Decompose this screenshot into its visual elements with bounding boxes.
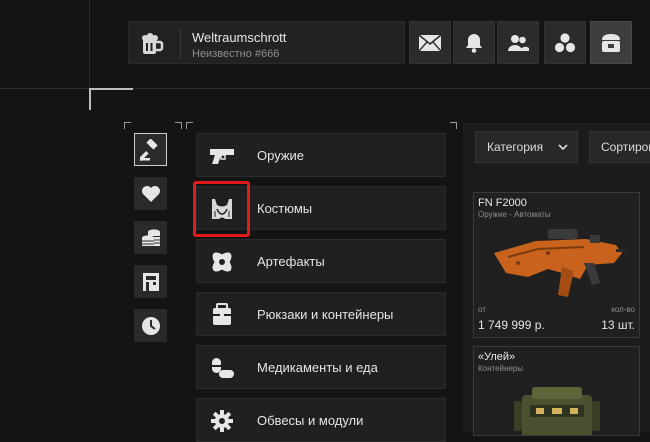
bell-icon — [466, 33, 482, 53]
item-title: FN F2000 — [478, 197, 527, 209]
divider — [180, 28, 181, 59]
quantity-label: кол-во — [611, 305, 635, 314]
item-price: 1 749 999 р. — [478, 318, 545, 332]
sidebar-item-storage[interactable] — [134, 265, 167, 298]
shop-button[interactable] — [590, 21, 632, 64]
category-medicine[interactable]: Медикаменты и еда — [196, 345, 446, 389]
dropdown-label: Сортиров — [601, 140, 650, 154]
circles-icon — [554, 32, 576, 52]
category-label: Обвесы и модули — [257, 413, 364, 428]
item-quantity: 13 шт. — [601, 318, 635, 332]
artifact-icon — [207, 247, 237, 277]
category-label: Рюкзаки и контейнеры — [257, 307, 394, 322]
category-artifacts[interactable]: Артефакты — [196, 239, 446, 283]
frame-line — [89, 0, 90, 88]
item-title: «Улей» — [478, 351, 516, 363]
price-label: от — [478, 305, 486, 314]
category-dropdown[interactable]: Категория — [475, 131, 578, 163]
listing-card[interactable]: FN F2000 Оружие - Автоматы от кол-во 1 7… — [473, 192, 640, 338]
heart-icon — [141, 185, 160, 202]
pistol-icon — [207, 141, 237, 171]
dropdown-label: Категория — [487, 140, 544, 154]
item-subtitle: Оружие - Автоматы — [478, 210, 551, 219]
user-name: Weltraumschrott — [192, 30, 287, 45]
coins-icon — [141, 228, 160, 246]
sidebar-item-history[interactable] — [134, 309, 167, 342]
user-profile[interactable]: Weltraumschrott Неизвестно #666 — [128, 21, 405, 64]
beer-mug-icon — [142, 33, 164, 54]
rifle-image — [494, 229, 626, 297]
user-subtitle: Неизвестно #666 — [192, 48, 280, 60]
category-label: Медикаменты и еда — [257, 360, 378, 375]
category-label: Артефакты — [257, 254, 325, 269]
friends-button[interactable] — [497, 21, 539, 64]
listing-card[interactable]: «Улей» Контейнеры — [473, 346, 640, 436]
building-icon — [142, 272, 159, 291]
backpack-icon — [207, 300, 237, 330]
frame-corner-accent — [89, 88, 133, 110]
category-label: Оружие — [257, 148, 305, 163]
users-icon — [508, 34, 529, 51]
mail-button[interactable] — [409, 21, 451, 64]
clan-button[interactable] — [544, 21, 586, 64]
container-image — [514, 387, 600, 435]
category-attachments[interactable]: Обвесы и модули — [196, 398, 446, 442]
selection-highlight — [193, 181, 250, 237]
category-backpacks[interactable]: Рюкзаки и контейнеры — [196, 292, 446, 336]
sidebar-item-sales[interactable] — [134, 221, 167, 254]
chevron-down-icon — [558, 144, 568, 151]
item-subtitle: Контейнеры — [478, 364, 524, 373]
category-label: Костюмы — [257, 201, 313, 216]
gavel-icon — [139, 138, 158, 161]
mail-icon — [419, 34, 441, 51]
notifications-button[interactable] — [453, 21, 495, 64]
section-sidebar — [124, 123, 181, 432]
pills-icon — [207, 353, 237, 383]
listings-panel: Категория Сортиров FN F2000 Оружие - Авт… — [463, 123, 650, 436]
clock-icon — [141, 316, 160, 335]
sort-dropdown[interactable]: Сортиров — [589, 131, 650, 163]
sidebar-item-favorites[interactable] — [134, 177, 167, 210]
shop-icon — [602, 33, 620, 52]
category-list: Оружие Костюмы Артефакты Рюкзаки и конте… — [186, 123, 456, 442]
category-weapons[interactable]: Оружие — [196, 133, 446, 177]
sidebar-item-auction[interactable] — [134, 133, 167, 166]
